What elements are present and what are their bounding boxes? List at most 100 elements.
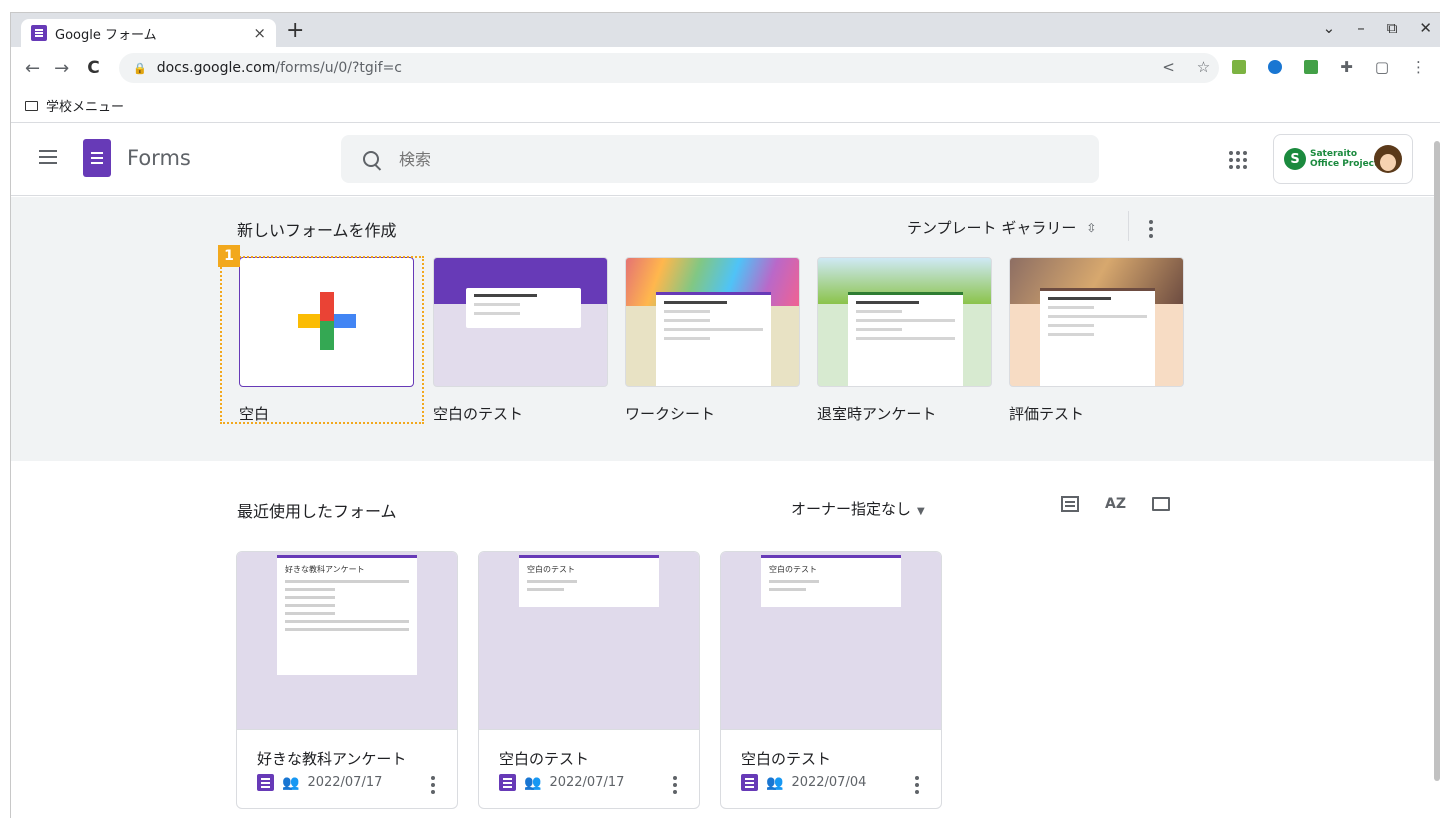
hamburger-menu-icon[interactable] [39,150,57,164]
open-folder-icon[interactable] [1152,497,1170,511]
sateraito-logo-icon: S [1284,148,1306,170]
template-thumbnail [817,257,992,387]
template-blank-test[interactable]: 空白のテスト [433,257,608,424]
lock-icon[interactable]: 🔒 [133,62,147,75]
template-gallery-button[interactable]: テンプレート ギャラリー ⇳ [907,217,1096,238]
form-thumbnail: 空白のテスト [721,552,941,730]
folder-icon [25,100,38,111]
browser-menu-icon[interactable]: ⋮ [1411,58,1426,76]
create-section-title: 新しいフォームを作成 [237,221,397,240]
forms-favicon-icon [31,25,47,41]
recent-form-card[interactable]: 空白のテスト 空白のテスト 👥 2022/07/04 [720,551,942,809]
bookmark-school-menu[interactable]: 学校メニュー [46,96,124,115]
template-label: 空白 [239,405,270,423]
form-date: 2022/07/17 [307,775,383,790]
forms-icon [257,774,274,791]
recent-form-card[interactable]: 空白のテスト 空白のテスト 👥 2022/07/17 [478,551,700,809]
minimize-icon[interactable]: – [1357,19,1365,37]
extension-icon[interactable] [1304,60,1319,74]
form-title: 空白のテスト [499,750,590,768]
template-label: 退室時アンケート [817,405,937,423]
recent-forms-title: 最近使用したフォーム [237,502,397,521]
shared-people-icon: 👥 [524,774,542,791]
form-thumbnail: 好きな教科アンケート [237,552,457,730]
url-host: docs.google.com [156,60,276,76]
reload-icon[interactable]: C [87,58,99,78]
dropdown-arrow-icon: ▼ [917,506,925,517]
template-label: 空白のテスト [433,405,524,423]
template-thumbnail [1009,257,1184,387]
plus-icon-vertical [320,292,334,350]
sort-az-icon[interactable]: AZ [1105,496,1126,512]
template-gallery-label: テンプレート ギャラリー [907,219,1077,237]
search-icon[interactable] [363,151,379,167]
form-thumbnail: 空白のテスト [479,552,699,730]
extensions-puzzle-icon[interactable]: ✚ [1340,58,1353,76]
form-date: 2022/07/04 [791,775,867,790]
forward-icon[interactable]: → [54,58,69,79]
back-icon[interactable]: ← [25,58,40,79]
window-controls: ⌄ – ⧉ ✕ [1323,19,1432,37]
thumbnail-paper [656,292,771,386]
create-form-section: 新しいフォームを作成 テンプレート ギャラリー ⇳ 空白 空白のテスト ワークシ… [11,197,1440,461]
account-button[interactable]: S Sateraito Office Project [1273,134,1413,184]
card-more-icon[interactable] [915,776,919,794]
thumbnail-title: 空白のテスト [769,565,817,574]
toolbar-icons: < ☆ ✚ ▢ ⋮ [1162,58,1426,76]
search-input[interactable] [399,149,999,169]
side-panel-icon[interactable]: ▢ [1375,58,1389,76]
google-apps-icon[interactable] [1229,151,1247,169]
address-bar[interactable]: 🔒 docs.google.com/forms/u/0/?tgif=c [119,53,1219,83]
template-evaluation-test[interactable]: 評価テスト [1009,257,1184,424]
forms-header: Forms S SateraitoOffice Project [11,124,1440,196]
new-tab-button[interactable]: + [286,18,304,43]
thumbnail-title: 空白のテスト [527,565,575,574]
scrollbar[interactable] [1434,141,1440,781]
tab-title: Google フォーム [55,27,157,43]
template-blank[interactable]: 空白 [239,257,414,424]
template-label: ワークシート [625,405,716,423]
template-exit-survey[interactable]: 退室時アンケート [817,257,992,424]
template-worksheet[interactable]: ワークシート [625,257,800,424]
recent-form-card[interactable]: 好きな教科アンケート 好きな教科アンケート 👥 2022/07/17 [236,551,458,809]
form-meta: 👥 2022/07/17 [499,774,624,791]
shield-extension-icon[interactable] [1268,60,1283,74]
shared-people-icon: 👥 [282,774,300,791]
tab-close-icon[interactable]: × [253,24,266,42]
bookmark-star-icon[interactable]: ☆ [1197,58,1210,76]
browser-tab[interactable]: Google フォーム × [21,19,276,47]
tab-search-icon[interactable]: ⌄ [1323,19,1336,37]
app-name[interactable]: Forms [127,146,191,170]
forms-icon [741,774,758,791]
restore-icon[interactable]: ⧉ [1387,19,1398,37]
template-thumbnail [433,257,608,387]
shared-people-icon: 👥 [766,774,784,791]
extension-icon[interactable] [1232,60,1247,74]
thumbnail-title: 好きな教科アンケート [285,565,365,574]
view-controls: AZ [1061,496,1170,512]
template-thumbnail [625,257,800,387]
bookmark-bar: 学校メニュー [11,89,1440,123]
avatar[interactable] [1374,145,1402,173]
template-label: 評価テスト [1009,405,1085,423]
owner-filter-label: オーナー指定なし [791,500,912,518]
share-icon[interactable]: < [1162,58,1175,76]
template-thumbnail [239,257,414,387]
thumbnail-paper: 好きな教科アンケート [277,555,417,675]
owner-filter-dropdown[interactable]: オーナー指定なし ▼ [791,498,925,519]
card-more-icon[interactable] [431,776,435,794]
thumbnail-paper: 空白のテスト [519,555,659,607]
form-meta: 👥 2022/07/04 [741,774,866,791]
thumbnail-paper [466,288,581,328]
browser-window: Google フォーム × + ⌄ – ⧉ ✕ ← → C 🔒 docs.goo… [10,12,1440,818]
list-view-icon[interactable] [1061,496,1079,512]
unfold-icon: ⇳ [1086,220,1097,235]
search-box[interactable] [341,135,1099,183]
thumbnail-paper: 空白のテスト [761,555,901,607]
more-options-icon[interactable] [1149,220,1153,238]
forms-icon [499,774,516,791]
forms-logo-icon[interactable] [83,139,111,177]
card-more-icon[interactable] [673,776,677,794]
account-logo-text: Sateraito Office Project [1310,149,1379,169]
close-window-icon[interactable]: ✕ [1419,19,1432,37]
